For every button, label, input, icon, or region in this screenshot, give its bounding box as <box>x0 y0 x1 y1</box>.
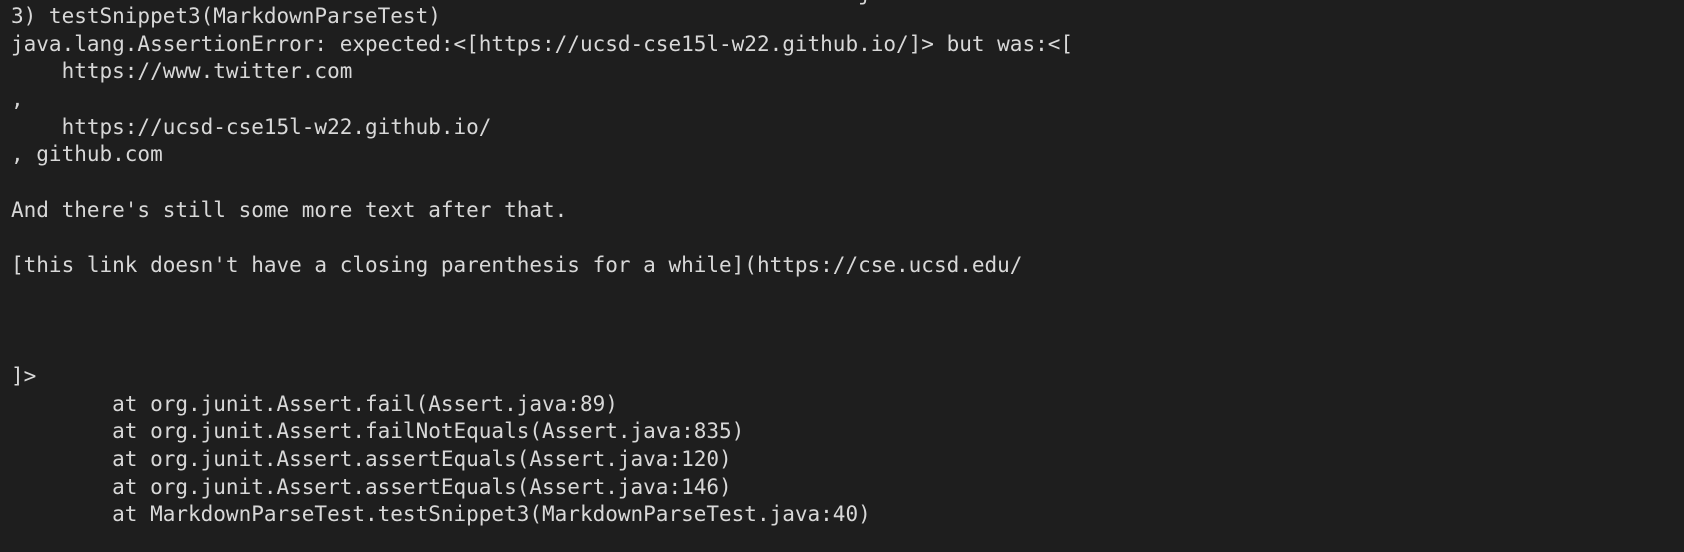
output-line: And there's still some more text after t… <box>11 197 568 222</box>
terminal-lines: 3) testSnippet3(MarkdownParseTest) java.… <box>11 3 1684 529</box>
failure-header-line: 3) testSnippet3(MarkdownParseTest) <box>11 4 441 28</box>
terminal-output: j 3) testSnippet3(MarkdownParseTest) jav… <box>0 0 1684 552</box>
output-line: , github.com <box>11 142 163 167</box>
stack-trace-line: at org.junit.Assert.assertEquals(Assert.… <box>11 447 732 471</box>
output-line: https://ucsd-cse15l-w22.github.io/ <box>11 114 492 139</box>
stack-trace-line: at org.junit.Assert.fail(Assert.java:89) <box>11 391 618 416</box>
output-line: https://www.twitter.com <box>11 59 353 84</box>
output-line: , <box>11 87 24 112</box>
stack-trace-line: at org.junit.Assert.failNotEquals(Assert… <box>11 419 745 444</box>
output-line: [this link doesn't have a closing parent… <box>11 253 1023 278</box>
stack-trace-line: at MarkdownParseTest.testSnippet3(Markdo… <box>11 502 871 527</box>
output-line: ]> <box>11 363 37 388</box>
stack-trace-line: at org.junit.Assert.assertEquals(Assert.… <box>11 474 732 499</box>
assertion-error-line: java.lang.AssertionError: expected:<[htt… <box>11 31 1074 56</box>
